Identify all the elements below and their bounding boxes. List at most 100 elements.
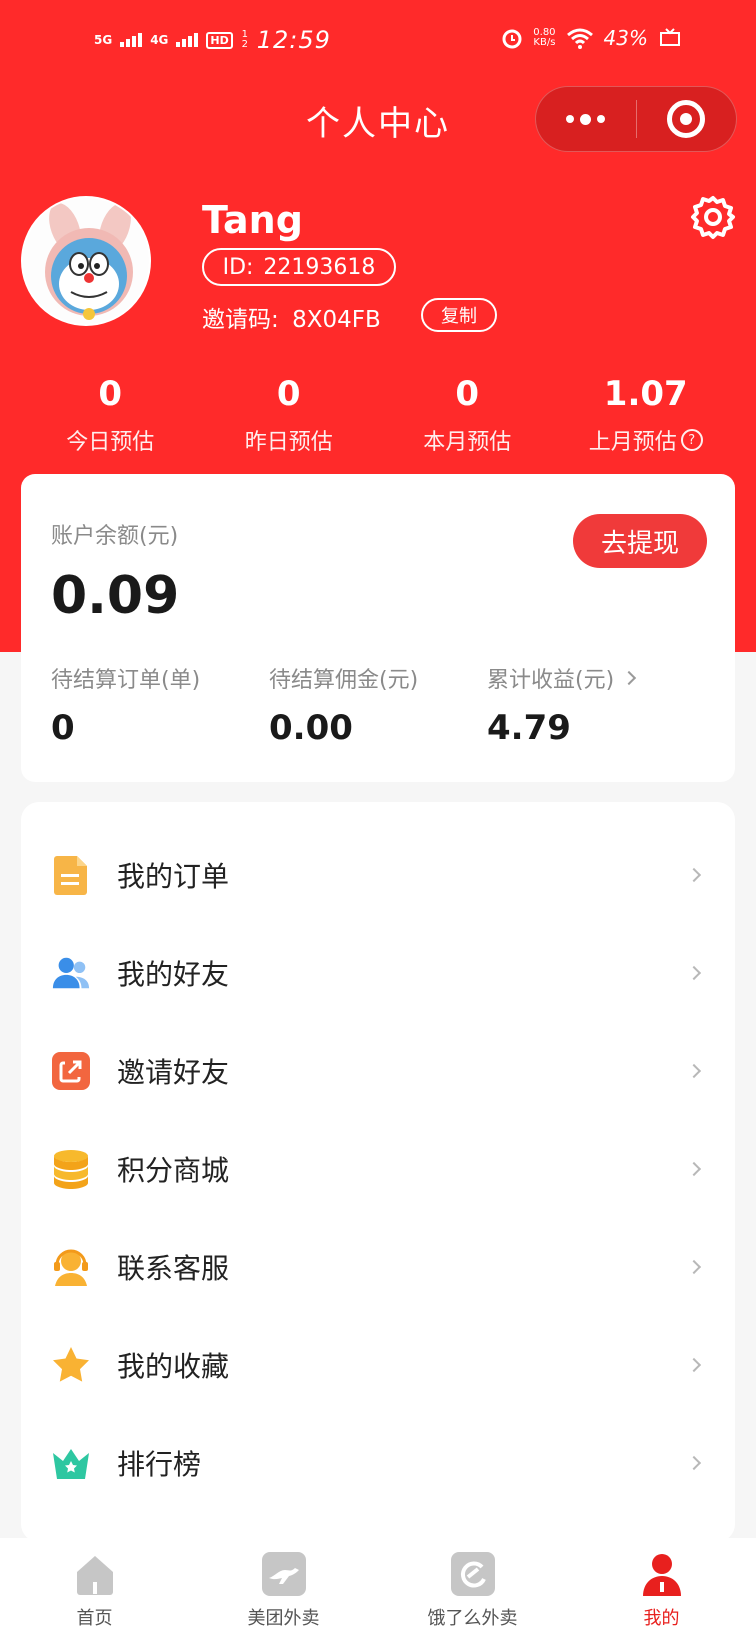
total-earnings-label: 累计收益(元)	[487, 668, 615, 693]
pending-commission-label: 待结算佣金(元)	[269, 668, 419, 693]
stat-value: 0	[276, 374, 301, 414]
pending-commission-value: 0.00	[269, 708, 353, 748]
hd-sub: 1 2	[241, 29, 248, 50]
hd-icon: HD	[206, 31, 233, 49]
menu-item-label: 我的好友	[117, 958, 230, 991]
tab-mine[interactable]: 我的	[567, 1538, 756, 1638]
menu-list: 我的订单 我的好友 邀请好友 积分商城 联系客服 我的收藏 排行榜	[21, 802, 735, 1542]
tab-bar: 首页 美团外卖 饿了么外卖 我的	[0, 1538, 756, 1638]
user-id-prefix: ID:	[222, 254, 254, 280]
meituan-icon	[261, 1552, 306, 1596]
menu-item-invite[interactable]: 邀请好友	[21, 1022, 735, 1120]
menu-item-label: 邀请好友	[117, 1056, 230, 1089]
star-icon	[51, 1343, 91, 1387]
menu-item-label: 积分商城	[117, 1154, 230, 1187]
pending-commission[interactable]: 待结算佣金(元) 0.00	[269, 662, 487, 748]
chevron-right-icon	[686, 1357, 702, 1373]
tab-label: 我的	[643, 1608, 680, 1629]
stat-today[interactable]: 0 今日预估	[21, 370, 200, 456]
menu-item-label: 排行榜	[117, 1448, 202, 1481]
settlement-stats: 待结算订单(单) 0 待结算佣金(元) 0.00 累计收益(元) 4.79	[51, 662, 711, 748]
customer-service-icon	[51, 1245, 91, 1289]
stat-value: 0	[455, 374, 480, 414]
pending-orders-label: 待结算订单(单)	[51, 668, 201, 693]
signal-bars-icon	[120, 33, 143, 47]
battery-level: 43%	[603, 26, 648, 50]
eleme-icon	[450, 1552, 495, 1596]
chevron-right-icon	[622, 670, 637, 686]
stat-value: 0	[98, 374, 123, 414]
alarm-icon	[502, 29, 522, 49]
crown-icon	[51, 1441, 91, 1485]
home-icon	[73, 1552, 117, 1596]
menu-item-orders[interactable]: 我的订单	[21, 826, 735, 924]
invite-icon	[51, 1049, 91, 1093]
menu-item-friends[interactable]: 我的好友	[21, 924, 735, 1022]
chevron-right-icon	[686, 867, 702, 883]
user-icon	[640, 1552, 684, 1596]
stat-label: 昨日预估	[244, 430, 333, 455]
menu-item-label: 联系客服	[117, 1252, 230, 1285]
gear-icon[interactable]	[690, 194, 736, 240]
invite-code: 8X04FB	[292, 307, 381, 333]
signal-label-2: 4G	[150, 33, 169, 47]
tab-meituan[interactable]: 美团外卖	[189, 1538, 378, 1638]
document-icon	[51, 853, 91, 897]
chevron-right-icon	[686, 1063, 702, 1079]
chevron-right-icon	[686, 1161, 702, 1177]
pending-orders[interactable]: 待结算订单(单) 0	[51, 662, 269, 748]
wifi-icon	[566, 28, 593, 49]
chevron-right-icon	[686, 1259, 702, 1275]
stat-this-month[interactable]: 0 本月预估	[378, 370, 557, 456]
invite-code-label: 邀请码:	[202, 307, 279, 333]
clock: 12:59	[256, 26, 331, 54]
menu-item-label: 我的收藏	[117, 1350, 230, 1383]
stat-label: 今日预估	[66, 430, 155, 455]
balance-label: 账户余额(元)	[51, 524, 179, 549]
tab-eleme[interactable]: 饿了么外卖	[378, 1538, 567, 1638]
coins-icon	[51, 1147, 91, 1191]
pending-orders-value: 0	[51, 708, 75, 748]
user-id: 22193618	[263, 254, 376, 280]
stat-label: 本月预估	[423, 430, 512, 455]
net-speed: 0.80 KB/s	[533, 28, 555, 48]
copy-button[interactable]: 复制	[421, 298, 497, 332]
tab-label: 首页	[76, 1608, 113, 1629]
balance-value: 0.09	[51, 566, 180, 626]
status-bar: 5G 4G HD 1 2 12:59 0.80 KB/s 43%	[0, 18, 756, 64]
tab-label: 美团外卖	[247, 1608, 320, 1629]
menu-item-favorites[interactable]: 我的收藏	[21, 1316, 735, 1414]
menu-item-label: 我的订单	[117, 860, 230, 893]
total-earnings-value: 4.79	[487, 708, 571, 748]
notification-icon	[660, 28, 680, 46]
stat-yesterday[interactable]: 0 昨日预估	[200, 370, 379, 456]
menu-item-leaderboard[interactable]: 排行榜	[21, 1414, 735, 1512]
user-id-badge: ID: 22193618	[202, 248, 396, 286]
username: Tang	[202, 198, 303, 242]
balance-card: 账户余额(元) 0.09 去提现 待结算订单(单) 0 待结算佣金(元) 0.0…	[21, 474, 735, 782]
total-earnings[interactable]: 累计收益(元) 4.79	[487, 662, 705, 748]
chevron-right-icon	[686, 1455, 702, 1471]
miniprogram-capsule	[535, 86, 737, 152]
chevron-right-icon	[686, 965, 702, 981]
avatar[interactable]	[21, 196, 151, 326]
avatar-image	[23, 198, 149, 324]
invite-code-row: 邀请码: 8X04FB	[202, 300, 381, 334]
menu-item-customer-service[interactable]: 联系客服	[21, 1218, 735, 1316]
help-icon[interactable]: ?	[680, 429, 703, 451]
stat-label: 上月预估	[588, 430, 677, 455]
friends-icon	[51, 951, 91, 995]
stat-value: 1.07	[603, 374, 688, 414]
menu-item-points-mall[interactable]: 积分商城	[21, 1120, 735, 1218]
more-button[interactable]	[536, 87, 636, 151]
signal-bars-icon	[176, 33, 199, 47]
tab-home[interactable]: 首页	[0, 1538, 189, 1638]
target-icon	[667, 100, 706, 138]
close-button[interactable]	[637, 87, 737, 151]
withdraw-button[interactable]: 去提现	[573, 514, 707, 568]
net-speed-unit: KB/s	[533, 37, 556, 48]
signal-label-1: 5G	[94, 33, 113, 47]
stat-last-month[interactable]: 1.07 上月预估?	[557, 370, 736, 456]
earnings-stats: 0 今日预估 0 昨日预估 0 本月预估 1.07 上月预估?	[21, 370, 735, 456]
tab-label: 饿了么外卖	[427, 1608, 518, 1629]
